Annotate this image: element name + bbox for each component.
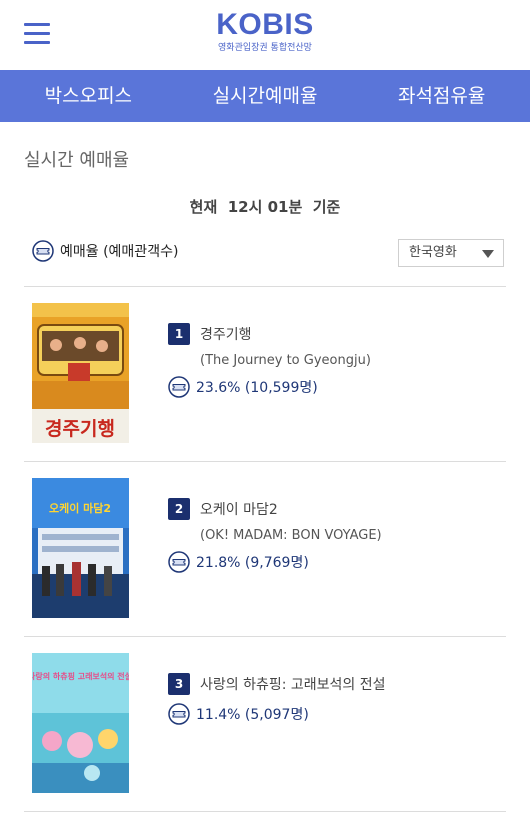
movie-title[interactable]: 경주기행 — [200, 324, 252, 344]
ticket-icon — [168, 703, 190, 725]
ticket-icon — [168, 551, 190, 573]
select-value: 한국영화 — [409, 245, 457, 260]
movie-info: 1 경주기행 (The Journey to Gyeongju) 23.6% (… — [168, 303, 371, 398]
poster-title-text: 오케이 마담2 — [49, 501, 111, 515]
tab-seat-occupancy[interactable]: 좌석점유율 — [353, 70, 530, 122]
rank-badge: 3 — [168, 673, 190, 695]
ticket-icon — [168, 376, 190, 398]
divider — [24, 636, 506, 637]
movie-poster[interactable]: 경주기행 — [32, 303, 129, 443]
country-filter-select[interactable]: 한국영화 — [398, 239, 504, 267]
app-header: KOBIS 영화관입장권 통합전산망 — [0, 0, 530, 70]
divider — [24, 461, 506, 462]
logo-title: KOBIS — [216, 8, 314, 41]
ticket-icon — [32, 240, 54, 262]
reservation-rate: 11.4% (5,097명) — [196, 707, 309, 723]
main-nav: 박스오피스 실시간예매율 좌석점유율 — [0, 70, 530, 122]
time-reference: 현재 12시 01분 기준 — [189, 198, 341, 216]
movie-poster[interactable]: 사랑의 하츄핑 고래보석의 전설 — [32, 653, 129, 793]
movie-list-item[interactable]: 오케이 마담2 2 오케이 마담2 (OK! MADAM: BON VOYAGE… — [0, 478, 530, 618]
kobis-logo[interactable]: KOBIS 영화관입장권 통합전산망 — [0, 8, 530, 54]
dropdown-arrow-icon — [482, 250, 494, 258]
poster-title-text: 경주기행 — [45, 418, 115, 440]
movie-list-item[interactable]: 사랑의 하츄핑 고래보석의 전설 3 사랑의 하츄핑: 고래보석의 전설 11.… — [0, 653, 530, 793]
movie-info: 2 오케이 마담2 (OK! MADAM: BON VOYAGE) 21.8% … — [168, 478, 382, 573]
reservation-rate: 23.6% (10,599명) — [196, 380, 318, 396]
movie-english-title: (The Journey to Gyeongju) — [200, 353, 371, 368]
logo-subtitle: 영화관입장권 통합전산망 — [218, 43, 312, 53]
movie-poster[interactable]: 오케이 마담2 — [32, 478, 129, 618]
movie-english-title: (OK! MADAM: BON VOYAGE) — [200, 528, 382, 543]
rank-badge: 2 — [168, 498, 190, 520]
reservation-rate: 21.8% (9,769명) — [196, 555, 309, 571]
divider — [24, 286, 506, 287]
divider — [24, 811, 506, 812]
movie-info: 3 사랑의 하츄핑: 고래보석의 전설 11.4% (5,097명) — [168, 653, 386, 725]
page-title: 실시간 예매율 — [24, 150, 130, 171]
tab-realtime-reservation[interactable]: 실시간예매율 — [177, 70, 354, 122]
movie-list-item[interactable]: 경주기행 1 경주기행 (The Journey to Gyeongju) 23… — [0, 303, 530, 443]
poster-title-text: 사랑의 하츄핑 고래보석의 전설 — [32, 671, 129, 681]
movie-title[interactable]: 오케이 마담2 — [200, 499, 278, 519]
legend: 예매율 (예매관객수) — [32, 240, 178, 262]
movie-title[interactable]: 사랑의 하츄핑: 고래보석의 전설 — [200, 674, 386, 694]
rank-badge: 1 — [168, 323, 190, 345]
tab-box-office[interactable]: 박스오피스 — [0, 70, 177, 122]
legend-label: 예매율 (예매관객수) — [60, 244, 179, 260]
